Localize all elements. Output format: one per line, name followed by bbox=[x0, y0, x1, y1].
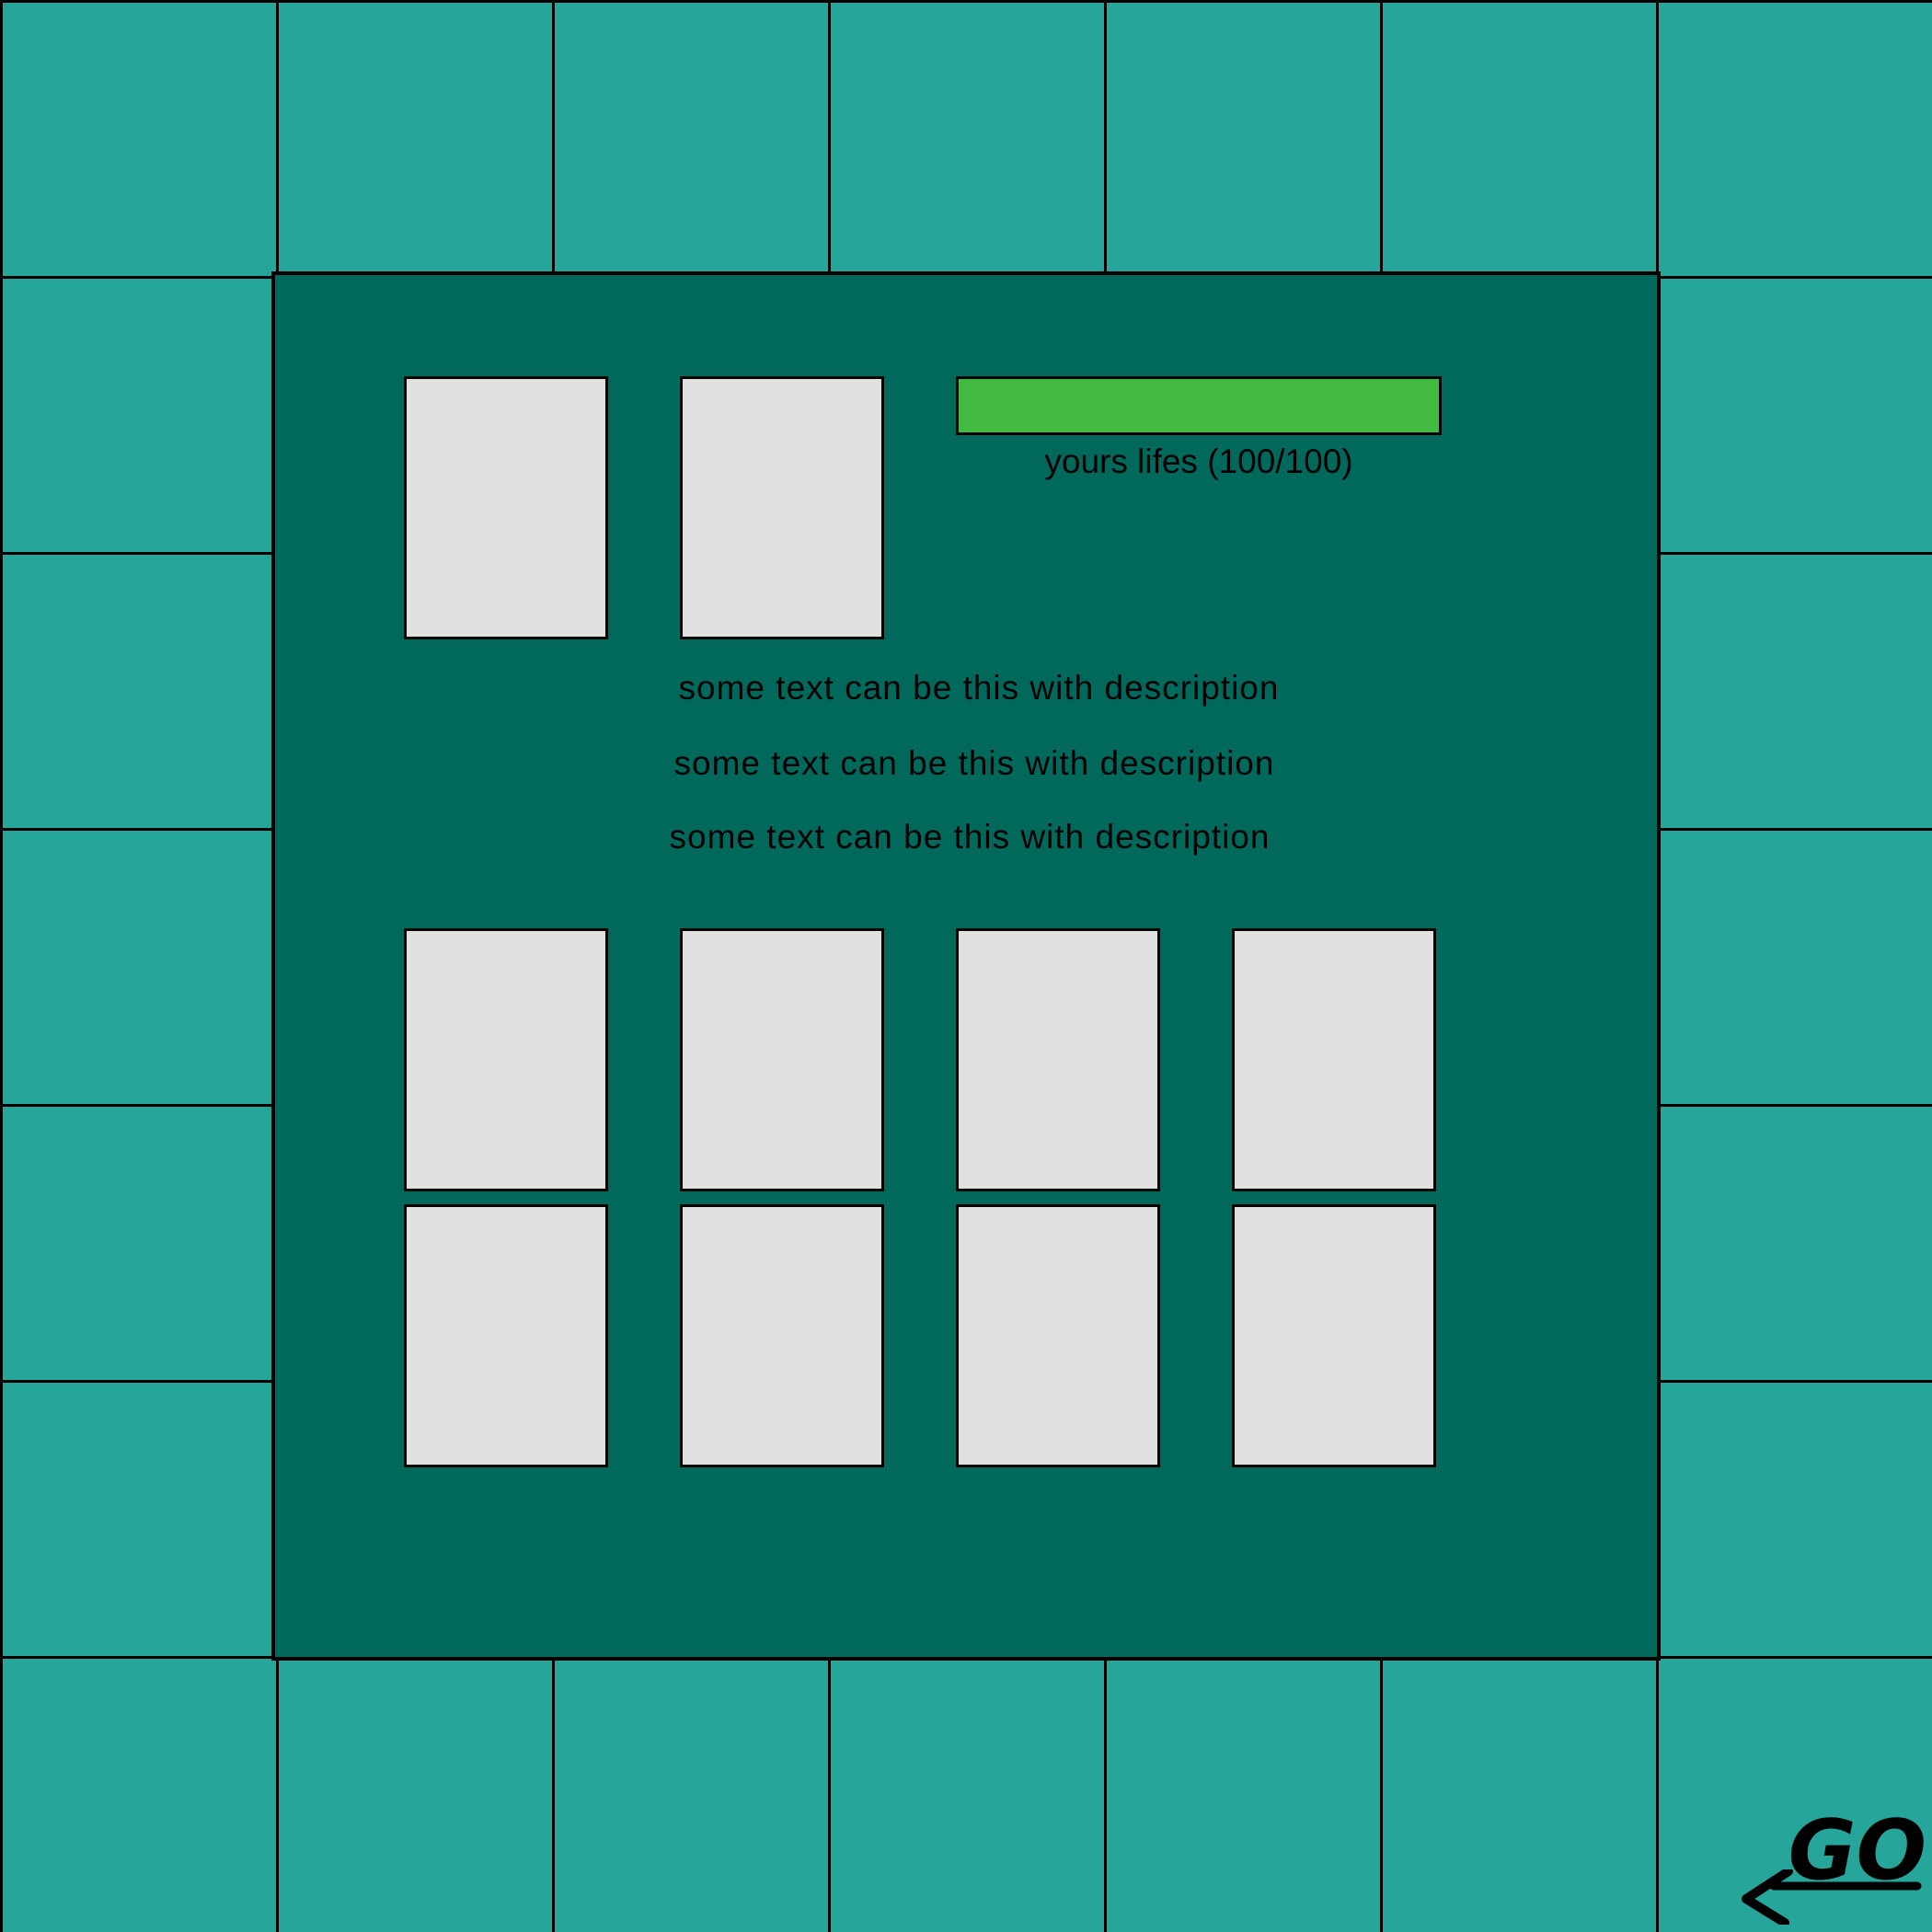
board-tile-20[interactable] bbox=[552, 1656, 831, 1932]
board-tile-7[interactable] bbox=[1656, 0, 1932, 279]
board-tile-4[interactable] bbox=[828, 0, 1107, 279]
board-tile-15[interactable] bbox=[1656, 1104, 1932, 1383]
board-tile-2[interactable] bbox=[276, 0, 555, 279]
description-line-2: some text can be this with description bbox=[673, 744, 1275, 782]
description-line-3: some text can be this with description bbox=[669, 818, 1271, 856]
player-card-1[interactable] bbox=[404, 376, 608, 639]
game-board: yours lifes (100/100) some text can be t… bbox=[0, 0, 1932, 1932]
board-tile-8[interactable] bbox=[0, 276, 279, 555]
hand-card-1[interactable] bbox=[404, 928, 608, 1191]
hand-card-5[interactable] bbox=[404, 1204, 608, 1467]
hand-card-8[interactable] bbox=[1232, 1204, 1436, 1467]
arrow-left-icon bbox=[1742, 1869, 1922, 1925]
board-tile-5[interactable] bbox=[1104, 0, 1383, 279]
board-tile-1[interactable] bbox=[0, 0, 279, 279]
board-tile-11[interactable] bbox=[1656, 552, 1932, 831]
center-panel: yours lifes (100/100) some text can be t… bbox=[271, 271, 1661, 1661]
board-tile-19[interactable] bbox=[276, 1656, 555, 1932]
board-tile-14[interactable] bbox=[0, 1104, 279, 1383]
life-bar bbox=[956, 376, 1442, 435]
board-tile-13[interactable] bbox=[1656, 828, 1932, 1107]
board-tile-17[interactable] bbox=[1656, 1380, 1932, 1659]
board-tile-10[interactable] bbox=[0, 552, 279, 831]
hand-card-3[interactable] bbox=[956, 928, 1160, 1191]
description-line-1: some text can be this with description bbox=[678, 669, 1280, 707]
board-tile-12[interactable] bbox=[0, 828, 279, 1107]
board-tile-23[interactable] bbox=[1380, 1656, 1659, 1932]
player-card-2[interactable] bbox=[680, 376, 884, 639]
hand-card-6[interactable] bbox=[680, 1204, 884, 1467]
board-tile-22[interactable] bbox=[1104, 1656, 1383, 1932]
board-tile-9[interactable] bbox=[1656, 276, 1932, 555]
board-tile-21[interactable] bbox=[828, 1656, 1107, 1932]
life-label: yours lifes (100/100) bbox=[1044, 443, 1353, 480]
hand-card-7[interactable] bbox=[956, 1204, 1160, 1467]
hand-card-4[interactable] bbox=[1232, 928, 1436, 1191]
go-tile-marker[interactable]: GO bbox=[1733, 1805, 1926, 1925]
board-tile-6[interactable] bbox=[1380, 0, 1659, 279]
life-bar-fill bbox=[959, 379, 1439, 432]
board-tile-16[interactable] bbox=[0, 1380, 279, 1659]
board-tile-3[interactable] bbox=[552, 0, 831, 279]
board-tile-18[interactable] bbox=[0, 1656, 279, 1932]
hand-card-2[interactable] bbox=[680, 928, 884, 1191]
